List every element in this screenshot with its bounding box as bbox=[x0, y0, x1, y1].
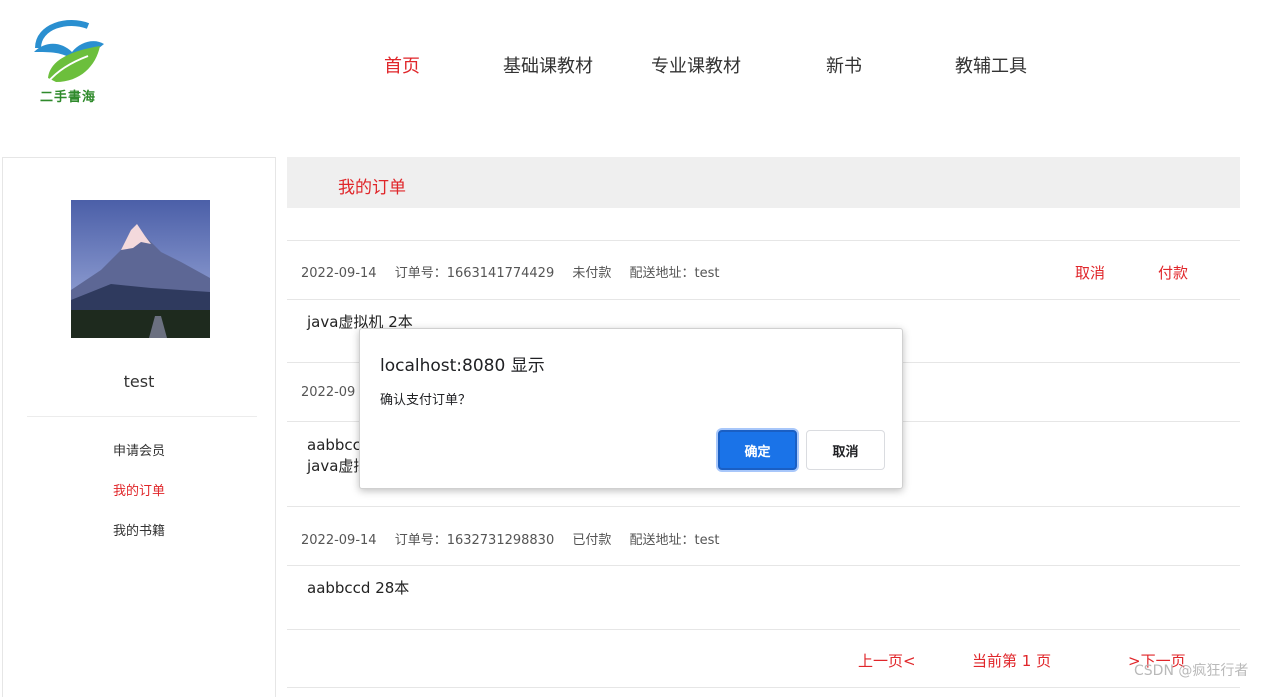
page-title: 我的订单 bbox=[338, 178, 406, 198]
divider bbox=[287, 506, 1240, 507]
user-sidebar: test 申请会员 我的订单 我的书籍 bbox=[2, 157, 276, 697]
logo-text: 二手書海 bbox=[40, 90, 97, 105]
orders-header: 我的订单 bbox=[287, 157, 1240, 208]
nav-home[interactable]: 首页 bbox=[384, 52, 420, 78]
cancel-button[interactable]: 取消 bbox=[806, 430, 885, 470]
divider bbox=[287, 629, 1240, 630]
order-items: aabbccd 28本 bbox=[307, 578, 409, 599]
watermark: CSDN @疯狂行者 bbox=[1134, 663, 1249, 679]
order-address: 配送地址：test bbox=[629, 266, 720, 281]
sidebar-item-apply-membership[interactable]: 申请会员 bbox=[3, 440, 275, 459]
prev-page-link[interactable]: 上一页< bbox=[858, 650, 916, 671]
order-number: 订单号：1663141774429 bbox=[394, 266, 555, 281]
cancel-order-link[interactable]: 取消 bbox=[1075, 262, 1105, 283]
order-number: 订单号：1632731298830 bbox=[394, 533, 555, 548]
order-date: 2022-09-14 bbox=[301, 533, 377, 548]
main-nav: 首页 基础课教材 专业课教材 新书 教辅工具 bbox=[0, 52, 1280, 80]
order-status: 未付款 bbox=[572, 266, 612, 281]
order-date: 2022-09 bbox=[301, 385, 356, 400]
nav-tutoring-tools[interactable]: 教辅工具 bbox=[955, 52, 1027, 78]
confirm-dialog: localhost:8080 显示 确认支付订单？ 确定 取消 bbox=[359, 328, 903, 489]
divider bbox=[287, 299, 1240, 300]
current-page-indicator: 当前第 1 页 bbox=[972, 652, 1052, 670]
nav-new-books[interactable]: 新书 bbox=[826, 52, 862, 78]
dialog-title: localhost:8080 显示 bbox=[380, 356, 545, 376]
divider bbox=[287, 565, 1240, 566]
order-date: 2022-09-14 bbox=[301, 266, 377, 281]
order-item: aabbccd 28本 bbox=[307, 579, 410, 597]
sidebar-item-my-orders[interactable]: 我的订单 bbox=[3, 480, 275, 499]
dialog-message: 确认支付订单？ bbox=[380, 393, 472, 408]
pay-order-link[interactable]: 付款 bbox=[1158, 262, 1188, 283]
nav-basic-textbooks[interactable]: 基础课教材 bbox=[503, 52, 593, 78]
order-status: 已付款 bbox=[572, 533, 612, 548]
sidebar-item-my-books[interactable]: 我的书籍 bbox=[3, 520, 275, 539]
username: test bbox=[123, 372, 155, 391]
order-meta: 2022-09-14 订单号：1632731298830 已付款 配送地址：te… bbox=[301, 529, 734, 548]
avatar bbox=[71, 200, 210, 338]
confirm-button[interactable]: 确定 bbox=[718, 430, 797, 470]
nav-major-textbooks[interactable]: 专业课教材 bbox=[651, 52, 741, 78]
divider bbox=[287, 240, 1240, 241]
order-address: 配送地址：test bbox=[629, 533, 720, 548]
sidebar-divider bbox=[27, 416, 257, 417]
order-meta: 2022-09-14 订单号：1663141774429 未付款 配送地址：te… bbox=[301, 262, 734, 281]
